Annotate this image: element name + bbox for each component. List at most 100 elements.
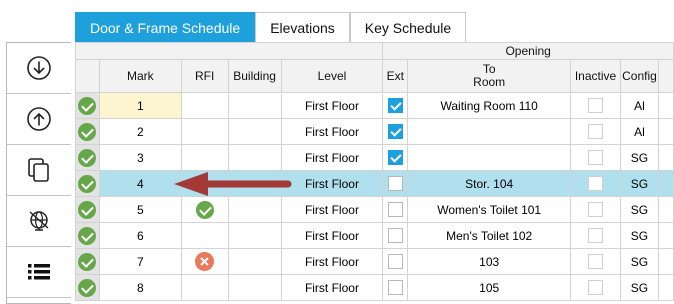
building-cell[interactable] bbox=[227, 118, 282, 145]
tab-door-frame-schedule[interactable]: Door & Frame Schedule bbox=[75, 12, 256, 42]
inactive-checkbox[interactable] bbox=[588, 176, 603, 192]
rfi-cell[interactable] bbox=[180, 118, 229, 145]
inactive-cell[interactable] bbox=[570, 222, 621, 249]
column-header-to-room[interactable]: To Room bbox=[407, 59, 572, 93]
ext-checkbox[interactable] bbox=[387, 202, 403, 218]
level-cell[interactable]: First Floor bbox=[280, 144, 384, 171]
table-row[interactable]: 6 First Floor Men's Toilet 102 SG bbox=[75, 222, 674, 249]
ext-cell[interactable] bbox=[382, 274, 409, 301]
ext-cell[interactable] bbox=[382, 170, 409, 197]
building-cell[interactable] bbox=[227, 144, 282, 171]
ext-cell[interactable] bbox=[382, 144, 409, 171]
column-header-config[interactable]: Config bbox=[619, 59, 659, 93]
mark-cell[interactable]: 5 bbox=[98, 196, 182, 223]
rfi-cell[interactable] bbox=[180, 92, 229, 119]
row-status-cell[interactable] bbox=[75, 274, 100, 301]
inactive-checkbox[interactable] bbox=[588, 202, 603, 218]
inactive-cell[interactable] bbox=[570, 248, 621, 275]
config-cell[interactable]: SG bbox=[619, 248, 659, 275]
column-header-building[interactable]: Building bbox=[227, 59, 282, 93]
inactive-checkbox[interactable] bbox=[588, 98, 603, 114]
list-button[interactable] bbox=[7, 247, 71, 298]
table-row[interactable]: 3 First Floor SG bbox=[75, 144, 674, 171]
to-room-cell[interactable] bbox=[407, 118, 572, 145]
rfi-cell[interactable] bbox=[180, 222, 229, 249]
download-button[interactable] bbox=[7, 43, 71, 94]
row-status-cell[interactable] bbox=[75, 92, 100, 119]
inactive-cell[interactable] bbox=[570, 274, 621, 301]
building-cell[interactable] bbox=[227, 92, 282, 119]
row-status-cell[interactable] bbox=[75, 222, 100, 249]
to-room-cell[interactable] bbox=[407, 144, 572, 171]
table-row[interactable]: 7 First Floor 103 SG bbox=[75, 248, 674, 275]
ext-cell[interactable] bbox=[382, 222, 409, 249]
rfi-cell[interactable] bbox=[180, 248, 229, 275]
ext-checkbox[interactable] bbox=[387, 228, 403, 244]
level-cell[interactable]: First Floor bbox=[280, 170, 384, 197]
inactive-checkbox[interactable] bbox=[588, 228, 603, 244]
ext-cell[interactable] bbox=[382, 118, 409, 145]
ext-checkbox[interactable] bbox=[387, 280, 403, 296]
row-status-cell[interactable] bbox=[75, 144, 100, 171]
rfi-cell[interactable] bbox=[180, 274, 229, 301]
mark-cell[interactable]: 2 bbox=[98, 118, 182, 145]
rfi-cell[interactable] bbox=[180, 196, 229, 223]
table-row[interactable]: 5 First Floor Women's Toilet 101 SG bbox=[75, 196, 674, 223]
rfi-cell[interactable] bbox=[180, 170, 229, 197]
column-header-level[interactable]: Level bbox=[280, 59, 384, 93]
mark-cell[interactable]: 3 bbox=[98, 144, 182, 171]
inactive-cell[interactable] bbox=[570, 118, 621, 145]
ext-checkbox[interactable] bbox=[387, 124, 403, 140]
ext-cell[interactable] bbox=[382, 196, 409, 223]
upload-button[interactable] bbox=[7, 94, 71, 145]
to-room-cell[interactable]: Women's Toilet 101 bbox=[407, 196, 572, 223]
column-header-inactive[interactable]: Inactive bbox=[570, 59, 621, 93]
table-row[interactable]: 8 First Floor 105 SG bbox=[75, 274, 674, 301]
row-status-cell[interactable] bbox=[75, 170, 100, 197]
column-header-mark[interactable]: Mark bbox=[98, 59, 182, 93]
rfi-cell[interactable] bbox=[180, 144, 229, 171]
table-row[interactable]: 2 First Floor Al bbox=[75, 118, 674, 145]
inactive-checkbox[interactable] bbox=[588, 124, 603, 140]
column-header-rfi[interactable]: RFI bbox=[180, 59, 229, 93]
to-room-cell[interactable]: Waiting Room 110 bbox=[407, 92, 572, 119]
mark-cell[interactable]: 1 bbox=[98, 92, 182, 119]
building-cell[interactable] bbox=[227, 248, 282, 275]
config-cell[interactable]: Al bbox=[619, 118, 659, 145]
mark-cell[interactable]: 4 bbox=[98, 170, 182, 197]
ext-checkbox[interactable] bbox=[387, 150, 403, 166]
inactive-cell[interactable] bbox=[570, 92, 621, 119]
inactive-cell[interactable] bbox=[570, 196, 621, 223]
building-cell[interactable] bbox=[227, 170, 282, 197]
ext-checkbox[interactable] bbox=[387, 98, 403, 114]
mark-cell[interactable]: 7 bbox=[98, 248, 182, 275]
ext-checkbox[interactable] bbox=[387, 176, 403, 192]
level-cell[interactable]: First Floor bbox=[280, 222, 384, 249]
ext-cell[interactable] bbox=[382, 92, 409, 119]
row-status-cell[interactable] bbox=[75, 248, 100, 275]
rfi-resolved-icon[interactable] bbox=[195, 200, 214, 219]
inactive-cell[interactable] bbox=[570, 144, 621, 171]
ext-checkbox[interactable] bbox=[387, 254, 403, 270]
config-cell[interactable]: Al bbox=[619, 92, 659, 119]
to-room-cell[interactable]: Stor. 104 bbox=[407, 170, 572, 197]
copy-button[interactable] bbox=[7, 145, 71, 196]
to-room-cell[interactable]: 103 bbox=[407, 248, 572, 275]
column-header-ext[interactable]: Ext bbox=[382, 59, 409, 93]
table-row[interactable]: 4 First Floor Stor. 104 SG bbox=[75, 170, 674, 197]
to-room-cell[interactable]: 105 bbox=[407, 274, 572, 301]
inactive-checkbox[interactable] bbox=[588, 150, 603, 166]
config-cell[interactable]: SG bbox=[619, 274, 659, 301]
tab-elevations[interactable]: Elevations bbox=[255, 12, 350, 42]
tab-key-schedule[interactable]: Key Schedule bbox=[349, 12, 467, 42]
level-cell[interactable]: First Floor bbox=[280, 196, 384, 223]
config-cell[interactable]: SG bbox=[619, 144, 659, 171]
level-cell[interactable]: First Floor bbox=[280, 248, 384, 275]
inactive-cell[interactable] bbox=[570, 170, 621, 197]
level-cell[interactable]: First Floor bbox=[280, 92, 384, 119]
mark-cell[interactable]: 6 bbox=[98, 222, 182, 249]
table-row[interactable]: 1 First Floor Waiting Room 110 Al bbox=[75, 92, 674, 119]
config-cell[interactable]: SG bbox=[619, 222, 659, 249]
globe-settings-button[interactable] bbox=[7, 196, 71, 247]
building-cell[interactable] bbox=[227, 222, 282, 249]
